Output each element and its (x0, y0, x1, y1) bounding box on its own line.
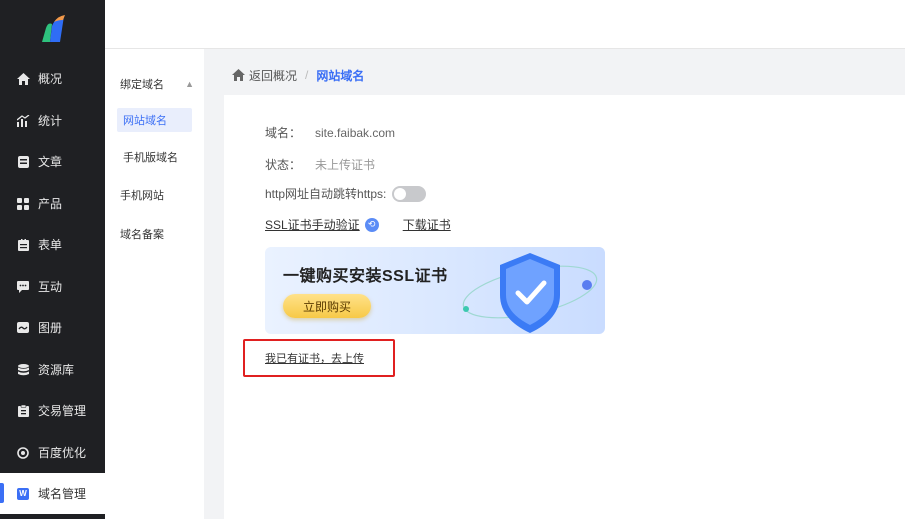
sidebar-item-interaction[interactable]: 互动 (0, 266, 105, 307)
submenu-group-label: 绑定域名 (120, 79, 164, 91)
sidebar-item-resources[interactable]: 资源库 (0, 349, 105, 390)
sidebar-item-forms[interactable]: 表单 (0, 224, 105, 265)
sidebar-item-products[interactable]: 产品 (0, 183, 105, 224)
sidebar-item-articles[interactable]: 文章 (0, 141, 105, 182)
sidebar-item-label: 表单 (38, 238, 63, 252)
sidebar-item-label: 互动 (38, 280, 63, 294)
sidebar-item-album[interactable]: 图册 (0, 307, 105, 348)
home-icon (16, 72, 30, 86)
submenu-item-mobile-domain[interactable]: 手机版域名 (117, 145, 192, 169)
grid-icon (16, 197, 30, 211)
sidebar-item-overview[interactable]: 概况 (0, 58, 105, 99)
https-redirect-row: http网址自动跳转https: (265, 185, 427, 202)
w-badge-icon: W (16, 487, 30, 501)
sidebar-item-label: 概况 (38, 72, 63, 86)
sidebar-item-label: 百度优化 (38, 446, 87, 460)
submenu-item-mobile-site[interactable]: 手机网站 (120, 187, 164, 203)
submenu-group-bind-domain[interactable]: 绑定域名 ▲ (120, 76, 194, 92)
status-label: 状态： (265, 158, 302, 172)
status-row: 状态： 未上传证书 (265, 156, 375, 173)
album-icon (16, 321, 30, 335)
sidebar-item-label: 域名管理 (38, 487, 87, 501)
target-icon (16, 446, 30, 460)
shield-check-icon (462, 253, 598, 333)
sidebar-item-domain[interactable]: W 域名管理 (0, 473, 105, 514)
sidebar-item-label: 产品 (38, 197, 63, 211)
upload-cert-link[interactable]: 我已有证书，去上传 (265, 350, 364, 366)
breadcrumb-current: 网站域名 (316, 68, 365, 83)
breadcrumb-back-label: 返回概况 (249, 68, 298, 83)
https-redirect-toggle[interactable] (392, 185, 427, 202)
banner-title: 一键购买安装SSL证书 (283, 268, 448, 285)
home-icon (232, 69, 245, 81)
chevron-up-icon: ▲ (185, 79, 194, 89)
ssl-links-row: SSL证书手动验证 ⟲ 下载证书 (265, 216, 451, 233)
form-icon (16, 238, 30, 252)
database-icon (16, 363, 30, 377)
sidebar-item-label: 统计 (38, 114, 63, 128)
sidebar-item-label: 图册 (38, 321, 63, 335)
breadcrumb-back-link[interactable]: 返回概况 (232, 67, 297, 84)
submenu-item-site-domain[interactable]: 网站域名 (117, 108, 192, 132)
domain-row: 域名： site.faibak.com (265, 124, 395, 141)
brand-logo (42, 15, 65, 42)
chart-icon (16, 114, 30, 128)
https-redirect-label: http网址自动跳转https: (265, 187, 387, 201)
sidebar-item-trade[interactable]: 交易管理 (0, 390, 105, 431)
sidebar-item-stats[interactable]: 统计 (0, 100, 105, 141)
status-value: 未上传证书 (315, 158, 376, 172)
ssl-promo-banner[interactable]: 一键购买安装SSL证书 立即购买 (265, 247, 605, 334)
sidebar-item-baidu-seo[interactable]: 百度优化 (0, 432, 105, 473)
breadcrumb-separator: / (305, 68, 309, 82)
breadcrumb: 返回概况 / 网站域名 (224, 58, 905, 92)
sidebar-item-label: 交易管理 (38, 404, 87, 418)
chat-icon (16, 280, 30, 294)
sidebar-item-label: 文章 (38, 155, 63, 169)
domain-label: 域名： (265, 126, 302, 140)
trade-icon (16, 404, 30, 418)
main-sidebar: 概况 统计 文章 产品 表单 互动 图册 资源库 交易管理 百度优化 W 域名管… (0, 0, 105, 519)
submenu-item-domain-icp[interactable]: 域名备案 (120, 226, 164, 242)
sidebar-bottom-strip (0, 514, 105, 519)
ssl-manual-verify-link[interactable]: SSL证书手动验证 (265, 216, 360, 233)
top-header (105, 0, 905, 49)
sidebar-item-label: 资源库 (38, 363, 75, 377)
document-icon (16, 155, 30, 169)
buy-now-button[interactable]: 立即购买 (283, 294, 371, 318)
download-cert-link[interactable]: 下载证书 (403, 216, 451, 233)
link-icon[interactable]: ⟲ (364, 217, 379, 232)
domain-value: site.faibak.com (315, 125, 396, 140)
